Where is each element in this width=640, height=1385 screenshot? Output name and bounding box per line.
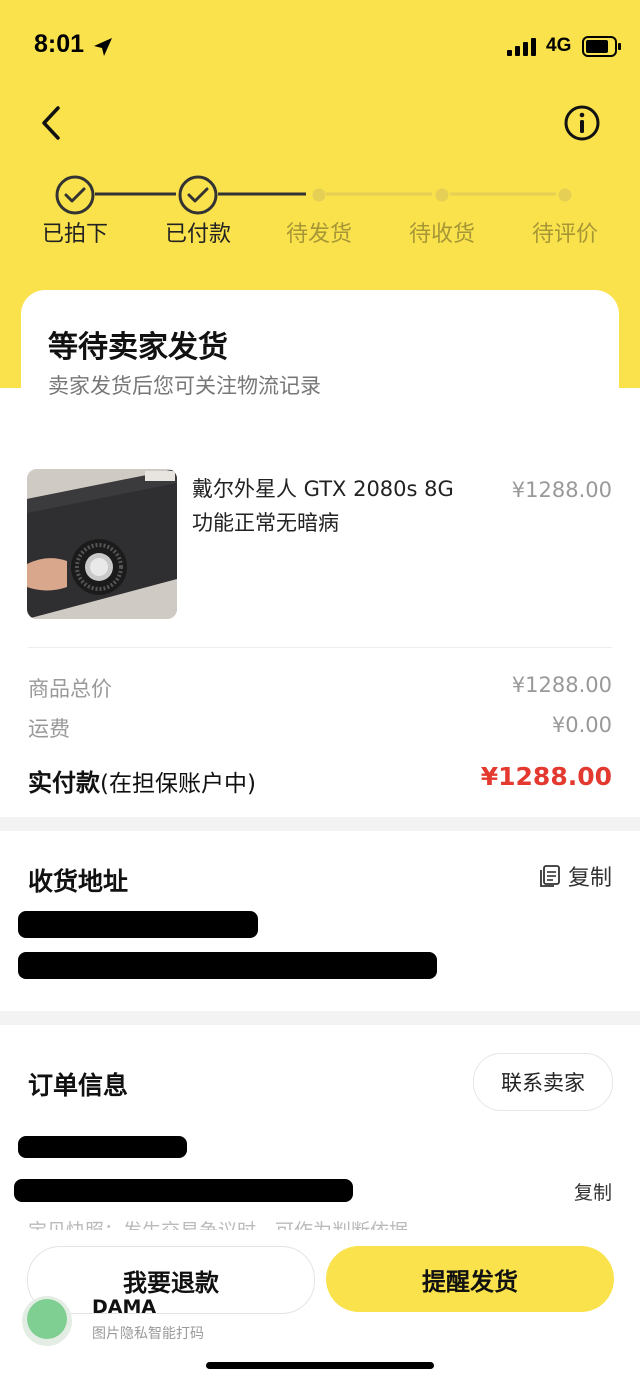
- step-label-ordered: 已拍下: [41, 222, 108, 247]
- order-info-title: 订单信息: [28, 1071, 129, 1100]
- divider: [28, 647, 612, 648]
- step-label-to-review: 待评价: [531, 222, 598, 247]
- paid-label-main: 实付款: [28, 769, 100, 797]
- signal-icon: [507, 38, 536, 56]
- product-price: ¥1288.00: [511, 478, 612, 502]
- copy-icon: [540, 865, 560, 887]
- goods-total-value: ¥1288.00: [511, 673, 612, 697]
- watermark-brand: DAMA: [92, 1296, 157, 1318]
- step-dot-icon: [558, 188, 572, 202]
- home-indicator: [206, 1362, 434, 1369]
- step-dot-icon: [312, 188, 326, 202]
- back-icon[interactable]: [36, 104, 66, 142]
- contact-seller-button[interactable]: 联系卖家: [473, 1053, 613, 1111]
- paid-amount: ¥1288.00: [480, 762, 612, 791]
- redacted-order-line: [18, 1136, 187, 1158]
- step-dot-icon: [435, 188, 449, 202]
- step-label-to-receive: 待收货: [408, 222, 475, 247]
- goods-total-label: 商品总价: [28, 677, 112, 701]
- redacted-address-line: [18, 911, 258, 938]
- step-check-icon: [55, 175, 95, 215]
- address-title: 收货地址: [28, 867, 129, 896]
- copy-order-button[interactable]: 复制: [574, 1178, 612, 1205]
- watermark-subtitle: 图片隐私智能打码: [92, 1326, 204, 1342]
- step-label-paid: 已付款: [164, 222, 231, 247]
- redacted-address-line: [18, 952, 437, 979]
- status-title: 等待卖家发货: [48, 330, 228, 365]
- copy-address-button[interactable]: 复制: [538, 860, 612, 892]
- refund-button[interactable]: 我要退款: [27, 1246, 315, 1314]
- network-type: 4G: [546, 35, 572, 56]
- info-icon[interactable]: [563, 104, 601, 142]
- step-check-icon: [178, 175, 218, 215]
- copy-address-label: 复制: [567, 866, 612, 891]
- paid-label: 实付款(在担保账户中): [28, 763, 256, 798]
- status-subtitle: 卖家发货后您可关注物流记录: [48, 374, 321, 398]
- battery-icon: [582, 36, 621, 57]
- section-separator: [0, 1011, 640, 1025]
- snapshot-note: 宝贝快照：发生交易争议时，可作为判断依据: [28, 1216, 448, 1230]
- step-label-to-ship: 待发货: [285, 222, 352, 247]
- product-name[interactable]: 戴尔外星人 GTX 2080s 8G 功能正常无暗病: [192, 472, 472, 540]
- watermark-logo-inner: [27, 1299, 67, 1339]
- redacted-order-line: [14, 1179, 353, 1202]
- location-arrow-icon: [94, 38, 112, 56]
- shipping-label: 运费: [28, 717, 70, 741]
- shipping-value: ¥0.00: [551, 713, 612, 737]
- status-time: 8:01: [34, 30, 85, 58]
- product-thumbnail[interactable]: [27, 469, 177, 619]
- remind-shipping-button[interactable]: 提醒发货: [326, 1246, 614, 1312]
- paid-note: (在担保账户中): [100, 771, 256, 797]
- section-separator: [0, 817, 640, 831]
